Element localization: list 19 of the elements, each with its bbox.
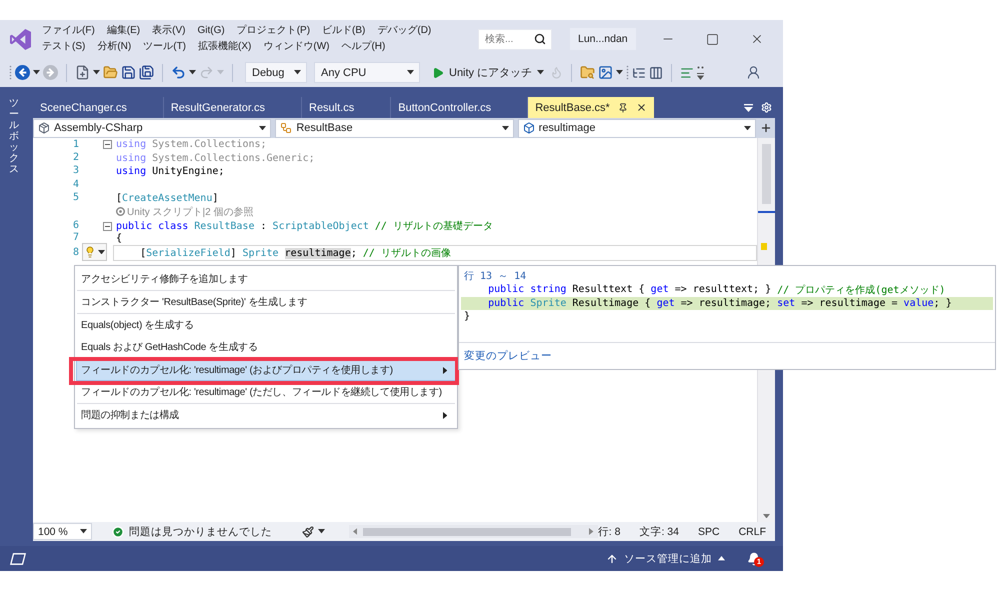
code-line: public class ResultBase : ScriptableObject // リザルトの基礎データ — [115, 220, 494, 233]
line-number: 3 — [72, 165, 80, 178]
cursor-column-label: 文字: 34 — [639, 524, 679, 538]
line-number: 6 — [72, 220, 80, 232]
code-line: [CreateAssetMenu] — [115, 192, 220, 205]
code-line: using System.Collections.Generic; — [115, 152, 316, 165]
code-line: using System.Collections; — [115, 138, 268, 152]
cursor-line-label: 行: 8 — [598, 524, 620, 538]
line-range-label: 行 13 ～ 14 — [463, 270, 526, 283]
line-number: 1 — [72, 138, 80, 151]
code-line: { — [115, 232, 124, 246]
line-number: 5 — [72, 192, 80, 204]
code-line: using UnityEngine; — [115, 164, 226, 178]
preview-code-line: public string Resulttext { get => resulttext; } // プロパティを作成(getメソッド) — [487, 283, 946, 296]
line-number: 4 — [72, 178, 80, 191]
preview-code-line: } — [463, 310, 472, 324]
line-number: 8 — [72, 247, 80, 260]
line-number: 7 — [72, 232, 80, 244]
line-number: 2 — [72, 152, 80, 164]
